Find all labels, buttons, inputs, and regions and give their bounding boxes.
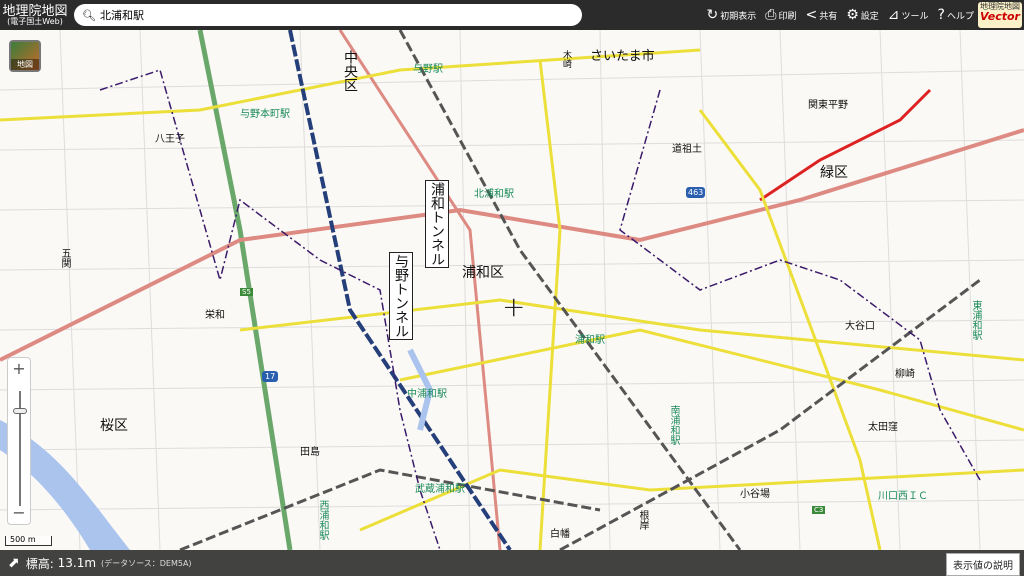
menu-reset[interactable]: ↻ 初期表示 xyxy=(707,7,757,23)
label-goseki: 五関 xyxy=(59,248,70,268)
label-hachioji: 八王子 xyxy=(155,134,185,145)
menu-print[interactable]: ⎙ 印刷 xyxy=(765,7,796,23)
national-road-2 xyxy=(338,29,502,551)
search-icon: 🔍︎ xyxy=(82,8,96,22)
zoom-slider-handle[interactable] xyxy=(13,408,27,414)
layer-button[interactable]: 地図 xyxy=(9,40,41,72)
explain-button[interactable]: 表示値の説明 xyxy=(946,553,1020,576)
label-naka-urawa-station: 中浦和駅 xyxy=(407,389,447,400)
label-tajima: 田島 xyxy=(300,447,320,458)
menu-share[interactable]: < 共有 xyxy=(805,7,837,23)
label-nishi-urawa-station: 西浦和駅 xyxy=(317,500,328,540)
label-yono-tunnel: 与野トンネル xyxy=(389,252,413,340)
label-kanto-plain: 関東平野 xyxy=(808,100,848,111)
footer-bar: ⬈ 標高: 13.1m (データソース：DEM5A) 表示値の説明 xyxy=(0,550,1024,576)
label-midori-ku: 緑区 xyxy=(820,165,848,181)
label-musashi-urawa-station: 武蔵浦和駅 xyxy=(415,484,465,495)
toolbar-menu: ↻ 初期表示 ⎙ 印刷 < 共有 ⚙ 設定 ⊿ ツール ? ヘルプ xyxy=(707,0,975,30)
label-kita-urawa-station: 北浦和駅 xyxy=(474,189,514,200)
search-input[interactable] xyxy=(99,8,560,22)
railways xyxy=(179,29,981,552)
reload-icon: ↻ xyxy=(706,7,719,23)
elevation-value: 13.1m xyxy=(57,556,97,570)
label-sakaewa: 栄和 xyxy=(205,310,225,321)
share-icon: < xyxy=(805,7,818,23)
zoom-out-button[interactable]: − xyxy=(8,502,30,524)
search-box[interactable]: 🔍︎ xyxy=(74,4,582,26)
label-ota: 太田窪 xyxy=(868,422,898,433)
zoom-in-button[interactable]: + xyxy=(8,358,30,380)
label-chuo-ku: 中央区 xyxy=(342,50,358,92)
tool-icon: ⊿ xyxy=(887,7,900,23)
route-17-shield: 17 xyxy=(262,371,279,382)
zoom-control: + − xyxy=(7,357,31,525)
gear-icon: ⚙ xyxy=(846,7,859,23)
label-negishi: 根岸 xyxy=(637,510,648,530)
label-urawa-tunnel: 浦和トンネル xyxy=(425,180,449,268)
label-sakura-ku: 桜区 xyxy=(100,418,128,434)
c3-shield: C3 xyxy=(812,506,826,514)
label-yono-station: 与野駅 xyxy=(413,64,443,75)
label-kawaguchi-ic: 川口西ＩＣ xyxy=(878,491,928,502)
label-urawa-station: 浦和駅 xyxy=(575,335,605,346)
print-icon: ⎙ xyxy=(765,7,777,23)
menu-settings[interactable]: ⚙ 設定 xyxy=(846,7,879,23)
vector-button[interactable]: 地理院地図 Vector xyxy=(978,2,1022,28)
label-kizaki: 木崎 xyxy=(561,50,571,68)
menu-help[interactable]: ? ヘルプ xyxy=(938,7,974,23)
label-koyaba: 小谷場 xyxy=(740,489,770,500)
label-dosojin: 道祖土 xyxy=(672,144,702,155)
label-yanagisaki: 柳崎 xyxy=(895,369,915,380)
header: 地理院地図(電子国土Web) 🔍︎ ↻初期表示 ⎙印刷 <共有 ⚙設定 ⊿ツール… xyxy=(0,0,1024,30)
s5-shield: S5 xyxy=(240,288,253,296)
logo[interactable]: 地理院地図 (電子国土Web) xyxy=(0,5,70,26)
label-shirahata: 白幡 xyxy=(550,529,570,540)
center-crosshair-icon: + xyxy=(502,290,526,323)
label-minami-urawa-station: 南浦和駅 xyxy=(668,405,679,445)
data-source: (データソース：DEM5A) xyxy=(101,558,192,568)
label-oyaguchi: 大谷口 xyxy=(845,321,875,332)
label-urawa-ku: 浦和区 xyxy=(462,265,504,281)
label-higashi-urawa-station: 東浦和駅 xyxy=(970,300,981,340)
menu-tools[interactable]: ⊿ ツール xyxy=(888,7,929,23)
label-saitama: さいたま市 xyxy=(590,49,655,64)
scale-bar: 500 m xyxy=(5,536,52,546)
arrow-icon[interactable]: ⬈ xyxy=(8,555,20,571)
help-icon: ? xyxy=(937,7,945,23)
route-463-shield: 463 xyxy=(686,187,706,198)
label-yonohonmachi-station: 与野本町駅 xyxy=(240,109,290,120)
